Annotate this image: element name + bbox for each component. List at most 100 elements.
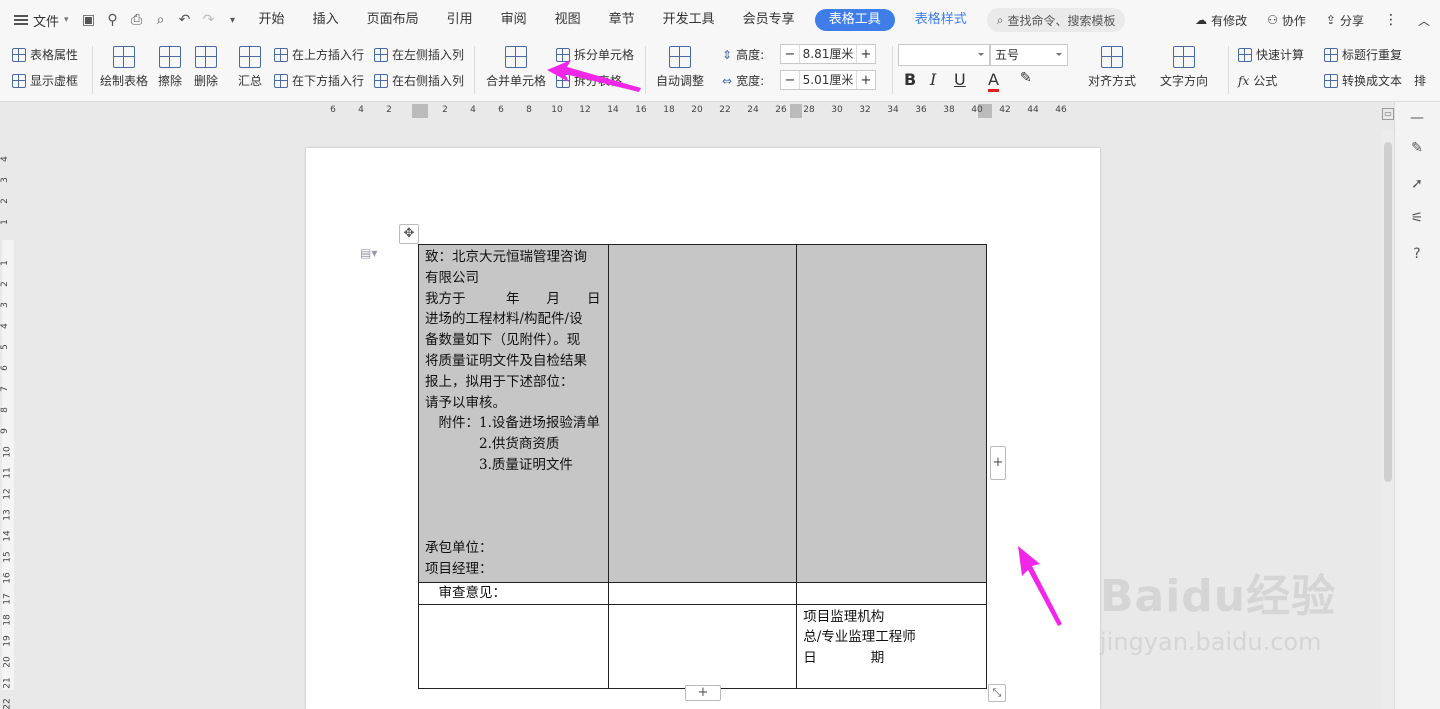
width-stepper[interactable]: −5.01厘米 + (780, 70, 876, 90)
draw-table-button[interactable]: 绘制表格 (100, 46, 148, 89)
table-cell[interactable] (418, 603, 609, 689)
delete-button[interactable]: 删除 (194, 46, 218, 89)
file-menu[interactable]: 文件 ▾ (0, 0, 77, 40)
table-cell-selected[interactable] (607, 244, 798, 583)
height-minus-button[interactable]: − (781, 47, 799, 62)
ruler-tick: 9 (0, 428, 10, 434)
font-color-icon[interactable]: A (988, 70, 999, 92)
tab-section[interactable]: 章节 (595, 0, 649, 40)
repeat-header-button[interactable]: 标题行重复 (1324, 46, 1402, 63)
sort-button[interactable]: 排 (1414, 72, 1426, 89)
minimize-panel-icon[interactable]: — (1408, 110, 1426, 128)
convert-to-text-button[interactable]: 转换成文本 (1324, 72, 1402, 89)
tab-table-tools[interactable]: 表格工具 (814, 9, 895, 31)
insert-col-right-button[interactable]: 在右侧插入列 (374, 72, 464, 89)
ruler-tick: 44 (1027, 105, 1039, 115)
table-cell-selected[interactable] (796, 244, 987, 583)
share-button[interactable]: ⇪ 分享 (1316, 12, 1374, 29)
tab-references[interactable]: 引用 (433, 0, 487, 40)
table-cell-notice[interactable]: 致：北京大元恒瑞管理咨询 有限公司 我方于 年 月 日 进场的工程材料/构配件/… (418, 244, 609, 583)
table-cell-review[interactable]: 审查意见： (418, 581, 609, 605)
save-icon[interactable]: ▣ (77, 8, 101, 32)
font-size-select[interactable]: 五号 (990, 44, 1068, 66)
ruler-tick: 24 (747, 105, 759, 115)
width-input[interactable]: 5.01厘米 (799, 71, 857, 89)
print-icon[interactable]: ⎙ (125, 8, 149, 32)
summary-icon (239, 46, 261, 68)
ruler-tick: 3 (0, 177, 10, 183)
width-plus-button[interactable]: + (857, 73, 875, 88)
add-row-button[interactable]: + (685, 685, 721, 701)
highlight-icon[interactable]: ✎ (1020, 70, 1032, 86)
resize-table-icon[interactable]: ⤡ (988, 684, 1006, 702)
more-icon[interactable]: ⋮ (1374, 12, 1408, 28)
tab-developer[interactable]: 开发工具 (649, 0, 729, 40)
help-icon[interactable]: ? (1408, 246, 1426, 264)
scrollbar-thumb[interactable] (1384, 142, 1392, 482)
vertical-ruler[interactable]: 4 3 2 1 1 2 3 4 5 6 7 8 9 10 11 12 13 14… (0, 120, 16, 709)
ruler-tick: 10 (2, 446, 13, 458)
collab-button[interactable]: ⚇ 协作 (1257, 12, 1316, 29)
command-search[interactable]: ⌕ 查找命令、搜索模板 (986, 8, 1126, 32)
edit-pen-icon[interactable]: ✎ (1408, 140, 1426, 158)
horizontal-ruler[interactable]: 6 4 2 2 4 6 8 10 12 14 16 18 20 22 24 26… (0, 102, 1440, 120)
settings-sliders-icon[interactable]: ⚟ (1408, 210, 1426, 228)
ruler-tick: 1 (0, 219, 10, 225)
insert-row-below-button[interactable]: 在下方插入行 (274, 72, 364, 89)
summary-button[interactable]: 汇总 (238, 46, 262, 89)
customize-icon[interactable]: ▾ (221, 8, 245, 32)
cursor-icon[interactable]: ➚ (1408, 176, 1426, 194)
tab-insert[interactable]: 插入 (299, 0, 353, 40)
quick-calc-button[interactable]: 快速计算 (1238, 46, 1304, 63)
merge-cells-button[interactable]: 合并单元格 (486, 46, 546, 89)
redo-icon[interactable]: ↷ (197, 8, 221, 32)
underline-icon[interactable]: U (954, 70, 966, 89)
ruler-tick: 6 (0, 365, 10, 371)
auto-adjust-button[interactable]: 自动调整 (656, 46, 704, 89)
height-input[interactable]: 8.81厘米 (799, 45, 857, 63)
table-cell-supervision[interactable]: 项目监理机构 总/专业监理工程师 日 期 (796, 603, 987, 689)
height-stepper[interactable]: −8.81厘米 + (780, 44, 876, 64)
undo-icon[interactable]: ↶ (173, 8, 197, 32)
insert-row-above-button[interactable]: 在上方插入行 (274, 46, 364, 63)
width-minus-button[interactable]: − (781, 73, 799, 88)
table-cell[interactable] (607, 581, 798, 605)
vertical-scrollbar[interactable] (1381, 130, 1395, 709)
insert-col-left-button[interactable]: 在左侧插入列 (374, 46, 464, 63)
table-cell[interactable] (607, 603, 798, 689)
insert-col-left-icon (374, 47, 388, 62)
show-grid-button[interactable]: 显示虚框 (12, 72, 78, 89)
height-plus-button[interactable]: + (857, 47, 875, 62)
collapse-ribbon-icon[interactable]: ︿ (1408, 12, 1440, 29)
tab-member[interactable]: 会员专享 (729, 0, 809, 40)
insert-col-left-label: 在左侧插入列 (392, 48, 465, 62)
modified-button[interactable]: ☁ 有修改 (1185, 12, 1257, 29)
split-view-icon[interactable]: ▭ (1382, 108, 1394, 120)
paragraph-options-icon[interactable]: ▤▾ (360, 246, 377, 260)
ruler-margin-marker[interactable] (412, 104, 428, 118)
text-direction-button[interactable]: 文字方向 (1160, 46, 1208, 89)
erase-button[interactable]: 擦除 (158, 46, 182, 89)
ruler-tick: 30 (831, 105, 843, 115)
tab-review[interactable]: 审阅 (487, 0, 541, 40)
tab-view[interactable]: 视图 (541, 0, 595, 40)
add-column-button[interactable]: + (990, 446, 1006, 480)
ruler-tick: 6 (498, 105, 504, 115)
table-move-icon[interactable]: ✥ (399, 224, 419, 244)
document-table[interactable]: 致：北京大元恒瑞管理咨询 有限公司 我方于 年 月 日 进场的工程材料/构配件/… (418, 244, 987, 689)
table-cell[interactable] (796, 581, 987, 605)
tab-table-style[interactable]: 表格样式 (901, 0, 981, 40)
italic-icon[interactable]: I (930, 70, 936, 89)
formula-button[interactable]: fx 公式 (1238, 72, 1277, 89)
tab-home[interactable]: 开始 (245, 0, 299, 40)
bold-icon[interactable]: B (904, 70, 916, 89)
ruler-tick: 36 (915, 105, 927, 115)
format-painter-icon[interactable]: ⚲ (101, 8, 125, 32)
font-name-select[interactable] (898, 44, 990, 66)
tab-layout[interactable]: 页面布局 (353, 0, 433, 40)
print-preview-icon[interactable]: ⌕ (149, 8, 173, 32)
table-properties-button[interactable]: 表格属性 (12, 46, 78, 63)
align-button[interactable]: 对齐方式 (1088, 46, 1136, 89)
cloud-icon: ☁ (1195, 13, 1208, 27)
text-line: 请予以审核。 (425, 394, 506, 411)
